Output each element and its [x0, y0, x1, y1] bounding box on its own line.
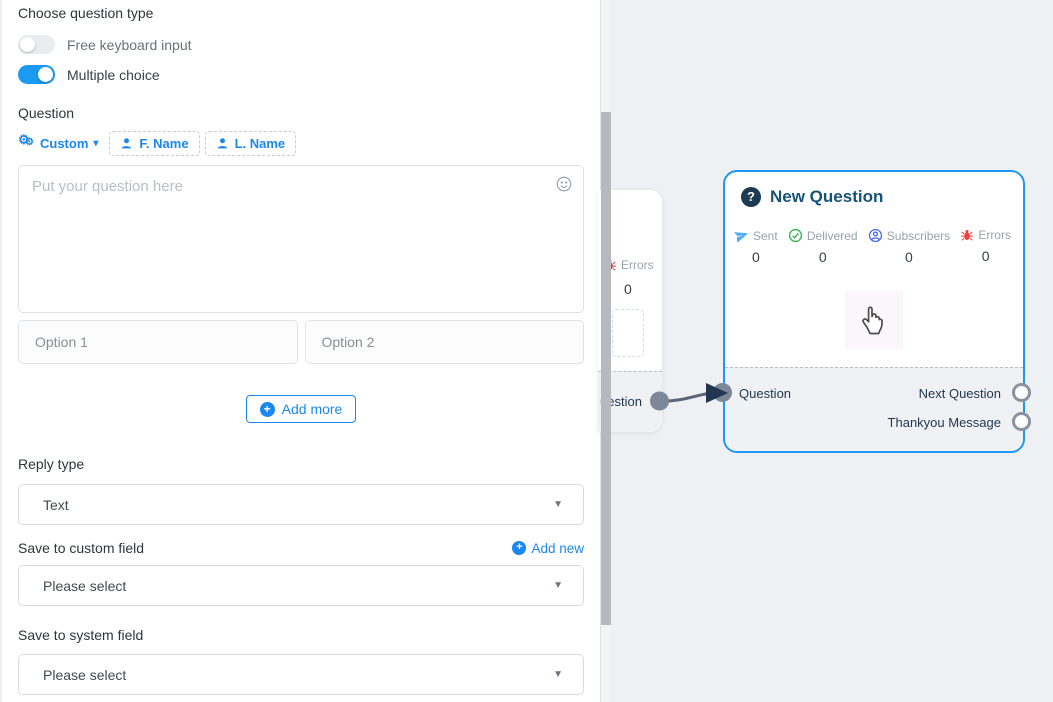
next-question-port-label: Next Question	[919, 386, 1001, 401]
next-question-port[interactable]	[1012, 383, 1031, 402]
stat-sent: Sent 0	[734, 228, 778, 265]
question-label: Question	[18, 105, 584, 121]
thankyou-message-port[interactable]	[1012, 412, 1031, 431]
custom-field-select[interactable]: Please select ▼	[18, 565, 584, 606]
option-1-placeholder: Option 1	[35, 334, 88, 350]
thankyou-message-port-label: Thankyou Message	[888, 415, 1001, 430]
input-port[interactable]	[713, 383, 732, 402]
plus-circle-icon: +	[260, 402, 275, 417]
stat-sent-value: 0	[752, 249, 760, 265]
stat-delivered: Delivered 0	[788, 228, 858, 265]
node-title: New Question	[770, 187, 883, 207]
add-more-button[interactable]: + Add more	[246, 395, 357, 423]
errors-icon	[960, 228, 974, 242]
stat-errors-label: Errors	[978, 228, 1011, 242]
question-config-panel: Choose question type Free keyboard input…	[0, 0, 601, 702]
custom-dropdown-button[interactable]: ⚙⚙ Custom ▾	[18, 132, 104, 156]
save-custom-field-label: Save to custom field	[18, 540, 144, 556]
custom-field-value: Please select	[43, 578, 126, 594]
new-question-node[interactable]: ? New Question Sent 0 Delivered 0	[723, 170, 1025, 453]
reply-type-label: Reply type	[18, 456, 584, 472]
stat-subscribers-label: Subscribers	[887, 229, 950, 243]
gears-icon: ⚙⚙	[18, 136, 35, 152]
free-keyboard-toggle[interactable]	[18, 35, 55, 54]
partial-node-content-box	[612, 309, 644, 357]
options-row: Option 1 Option 2	[18, 320, 584, 364]
person-icon	[216, 137, 229, 150]
reply-type-select[interactable]: Text ▼	[18, 484, 584, 525]
person-icon	[120, 137, 133, 150]
add-more-label: Add more	[282, 401, 343, 417]
emoji-picker-icon[interactable]	[555, 175, 573, 193]
stat-delivered-label: Delivered	[807, 229, 858, 243]
save-system-field-label: Save to system field	[18, 627, 584, 643]
option-2-input[interactable]: Option 2	[305, 320, 585, 364]
add-new-label: Add new	[531, 541, 584, 556]
plus-circle-icon: +	[512, 541, 526, 555]
delivered-icon	[788, 228, 803, 243]
free-keyboard-toggle-row: Free keyboard input	[18, 35, 584, 54]
stat-errors-value: 0	[982, 248, 990, 264]
node-stats: Sent 0 Delivered 0 Subscribers 0	[725, 228, 1023, 265]
custom-button-label: Custom	[40, 136, 88, 151]
flow-canvas[interactable]: Errors 0 uestion ? New Question Sent 0	[611, 0, 1053, 702]
first-name-chip[interactable]: F. Name	[109, 131, 199, 156]
toggle-knob	[38, 67, 53, 82]
cursor-highlight	[845, 291, 903, 349]
save-custom-field-header: Save to custom field + Add new	[18, 540, 584, 556]
option-2-placeholder: Option 2	[322, 334, 375, 350]
first-name-chip-label: F. Name	[139, 136, 188, 151]
stat-subscribers: Subscribers 0	[868, 228, 950, 265]
question-textarea[interactable]: Put your question here	[18, 165, 584, 313]
stat-delivered-value: 0	[819, 249, 827, 265]
question-placeholder: Put your question here	[32, 178, 183, 195]
hand-cursor-icon	[856, 302, 892, 338]
free-keyboard-label: Free keyboard input	[67, 37, 192, 53]
partial-node-errors-value: 0	[624, 281, 632, 297]
input-port-label: Question	[739, 386, 791, 401]
multiple-choice-toggle[interactable]	[18, 65, 55, 84]
add-more-wrap: + Add more	[18, 395, 584, 423]
chevron-down-icon: ▾	[93, 138, 98, 149]
stat-subscribers-value: 0	[905, 249, 913, 265]
system-field-value: Please select	[43, 667, 126, 683]
stat-sent-label: Sent	[753, 229, 778, 243]
multiple-choice-label: Multiple choice	[67, 67, 160, 83]
caret-down-icon: ▼	[553, 498, 563, 509]
caret-down-icon: ▼	[553, 579, 563, 590]
last-name-chip-label: L. Name	[235, 136, 286, 151]
reply-type-value: Text	[43, 497, 69, 513]
panel-scrollbar[interactable]	[601, 0, 611, 702]
caret-down-icon: ▼	[553, 668, 563, 679]
choose-question-type-label: Choose question type	[18, 0, 584, 21]
node-footer: Question Next Question Thankyou Message	[725, 367, 1023, 451]
question-badge-icon: ?	[741, 187, 761, 207]
stat-errors: Errors 0	[960, 228, 1011, 265]
send-icon	[732, 226, 751, 245]
last-name-chip[interactable]: L. Name	[205, 131, 297, 156]
merge-tag-toolbar: ⚙⚙ Custom ▾ F. Name L. Name	[18, 131, 584, 156]
toggle-knob	[20, 37, 35, 52]
system-field-select[interactable]: Please select ▼	[18, 654, 584, 695]
subscribers-icon	[868, 228, 883, 243]
option-1-input[interactable]: Option 1	[18, 320, 298, 364]
scrollbar-thumb[interactable]	[601, 112, 611, 625]
multiple-choice-toggle-row: Multiple choice	[18, 65, 584, 84]
add-new-link[interactable]: + Add new	[512, 541, 584, 556]
node-header: ? New Question	[725, 172, 1023, 207]
partial-node-errors-label: Errors	[621, 258, 654, 272]
